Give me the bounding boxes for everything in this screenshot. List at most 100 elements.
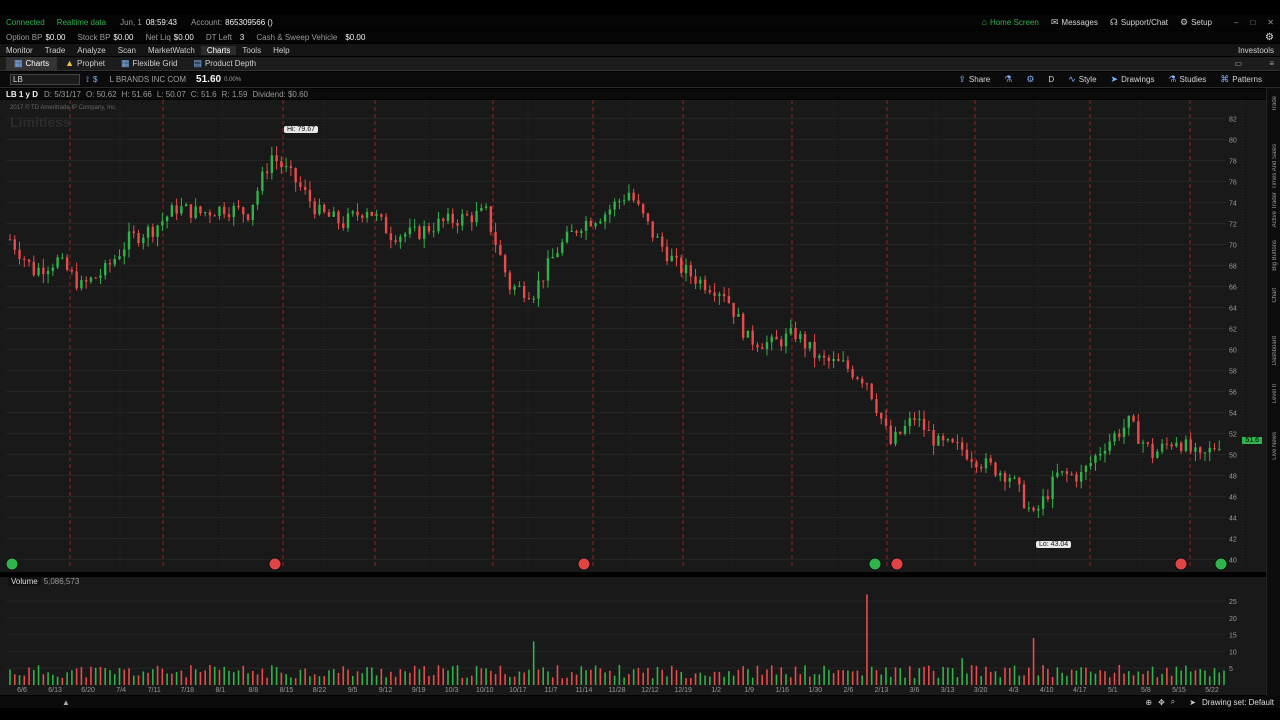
- menu-tools[interactable]: Tools: [236, 46, 267, 55]
- volume-tick-label: 5: [1229, 666, 1233, 673]
- menu-scan[interactable]: Scan: [112, 46, 142, 55]
- studies-button[interactable]: ⚗ Studies: [1168, 74, 1206, 85]
- volume-bar: [504, 674, 506, 685]
- rail-tab-times-and-sales[interactable]: Times And Sales: [1272, 144, 1278, 189]
- menu-help[interactable]: Help: [267, 46, 295, 55]
- rail-tab-level-ii[interactable]: Level II: [1272, 384, 1278, 403]
- volume-bar: [989, 671, 992, 685]
- price-chart[interactable]: 2017 © TD Ameritrade IP Company, Inc. Li…: [0, 100, 1280, 572]
- event-icon: [577, 557, 591, 571]
- candle-body: [23, 258, 26, 260]
- flask-button[interactable]: ⚗: [1004, 75, 1012, 84]
- x-tick-label: 6/20: [81, 687, 95, 694]
- candle-body: [1213, 447, 1216, 450]
- magnifier-icon[interactable]: ⌕: [1171, 697, 1175, 707]
- support-chat-button[interactable]: ☊ Support/Chat: [1109, 17, 1168, 28]
- share-button[interactable]: ⇪ Share: [958, 75, 990, 85]
- volume-bar: [970, 665, 973, 685]
- rail-tab-dashboard[interactable]: Dashboard: [1272, 336, 1278, 365]
- menu-monitor[interactable]: Monitor: [0, 46, 39, 55]
- candle-body: [970, 459, 973, 462]
- tab-prophet[interactable]: ▲ Prophet: [57, 57, 113, 71]
- candle-body: [975, 461, 978, 468]
- account-number[interactable]: 865309566 (): [225, 18, 273, 27]
- candlestick-plot[interactable]: 82 80 78 76 74 72 70 68 66 64 62 60 58 56 54 52 50 48 46 44…: [0, 100, 1266, 572]
- rail-tab-chart[interactable]: Chart: [1272, 288, 1278, 303]
- cursor-icon[interactable]: ➤: [1189, 698, 1196, 707]
- volume-bar: [1166, 667, 1168, 685]
- candle-body: [84, 280, 88, 282]
- link-icon[interactable]: ⟟: [86, 75, 89, 85]
- layout-icon[interactable]: ▭: [1234, 59, 1242, 68]
- maximize-icon[interactable]: □: [1250, 18, 1255, 27]
- rail-tab-big-buttons[interactable]: Big Buttons: [1272, 240, 1278, 271]
- drawings-button[interactable]: ➤ Drawings: [1111, 75, 1155, 85]
- rail-tab-active-trader[interactable]: Active Trader: [1272, 192, 1278, 227]
- close-icon[interactable]: ✕: [1267, 18, 1274, 27]
- candle-body: [532, 298, 535, 300]
- candle-body: [232, 205, 235, 218]
- messages-button[interactable]: ✉ Messages: [1051, 18, 1098, 28]
- volume-bar: [366, 667, 368, 685]
- patterns-button[interactable]: ⌘ Patterns: [1220, 75, 1262, 85]
- aggregation-button[interactable]: D: [1048, 75, 1054, 84]
- volume-bar: [951, 668, 954, 685]
- menu-trade[interactable]: Trade: [39, 46, 72, 55]
- volume-plot[interactable]: 25 20 15 10 5 6/6 6/13 6/20 7/4 7/11 7/18 8/1 8/8 8/1…: [0, 577, 1266, 695]
- symbol-dollar-icon[interactable]: $: [93, 75, 97, 84]
- flask-icon: ⚗: [1168, 74, 1177, 84]
- volume-bar: [228, 670, 230, 685]
- volume-bar: [451, 666, 454, 685]
- volume-bar: [870, 666, 873, 685]
- volume-bar: [847, 670, 849, 685]
- investools-link[interactable]: Investools: [1238, 46, 1274, 55]
- rail-tab-live-news[interactable]: Live News: [1272, 432, 1278, 460]
- menu-charts[interactable]: Charts: [200, 45, 237, 55]
- candle-body: [1203, 452, 1207, 454]
- volume-bar: [518, 671, 521, 685]
- candle-body: [261, 171, 264, 191]
- tab-charts[interactable]: ▦ Charts: [6, 56, 58, 71]
- rail-tab-trade[interactable]: Trade: [1272, 96, 1278, 111]
- zoom-in-icon[interactable]: ⊕: [1145, 698, 1152, 707]
- volume-bar: [342, 666, 345, 685]
- candle-body: [784, 333, 788, 347]
- headset-icon: ☊: [1109, 17, 1118, 27]
- settings-gear-icon[interactable]: ⚙: [1265, 32, 1274, 43]
- menu-lines-icon[interactable]: ≡: [1269, 59, 1274, 68]
- candle-body: [713, 292, 716, 296]
- menu-analyze[interactable]: Analyze: [71, 46, 111, 55]
- candle-body: [384, 216, 388, 234]
- pan-icon[interactable]: ✥: [1158, 698, 1165, 707]
- volume-bar: [937, 677, 940, 685]
- volume-bar: [1118, 664, 1121, 685]
- candle-body: [622, 200, 626, 202]
- tab-product-depth[interactable]: ▤ Product Depth: [185, 57, 264, 71]
- volume-bar: [980, 676, 982, 685]
- symbol-input[interactable]: [10, 74, 80, 85]
- candle-body: [518, 285, 521, 287]
- drawing-set-label[interactable]: Drawing set: Default: [1202, 698, 1274, 707]
- candle-body: [1079, 471, 1083, 482]
- volume-bar: [628, 674, 630, 685]
- volume-bar: [956, 677, 959, 685]
- chart-settings-button[interactable]: ⚙: [1026, 75, 1034, 84]
- home-screen-link[interactable]: ⌂ Home Screen: [982, 18, 1039, 28]
- volume-pane[interactable]: Volume 5,086,573 25 20 15 10 5 6/6 6/13 6/20 7/4…: [0, 577, 1280, 695]
- collapse-icon[interactable]: ▲: [62, 698, 70, 707]
- candle-body: [703, 279, 707, 291]
- candle-body: [208, 212, 212, 216]
- volume-bar: [642, 672, 644, 685]
- setup-button[interactable]: ⚙ Setup: [1180, 18, 1212, 28]
- candle-body: [637, 200, 640, 205]
- volume-bar: [480, 668, 483, 685]
- style-button[interactable]: ∿ Style: [1068, 75, 1096, 85]
- volume-bar: [356, 671, 359, 685]
- candle-body: [675, 255, 678, 258]
- minimize-icon[interactable]: –: [1234, 18, 1238, 27]
- volume-bar: [1051, 676, 1054, 685]
- x-tick-label: 1/9: [744, 687, 754, 694]
- x-tick-label: 4/3: [1009, 687, 1019, 694]
- menu-marketwatch[interactable]: MarketWatch: [142, 46, 201, 55]
- tab-flexible-grid[interactable]: ▦ Flexible Grid: [113, 57, 185, 71]
